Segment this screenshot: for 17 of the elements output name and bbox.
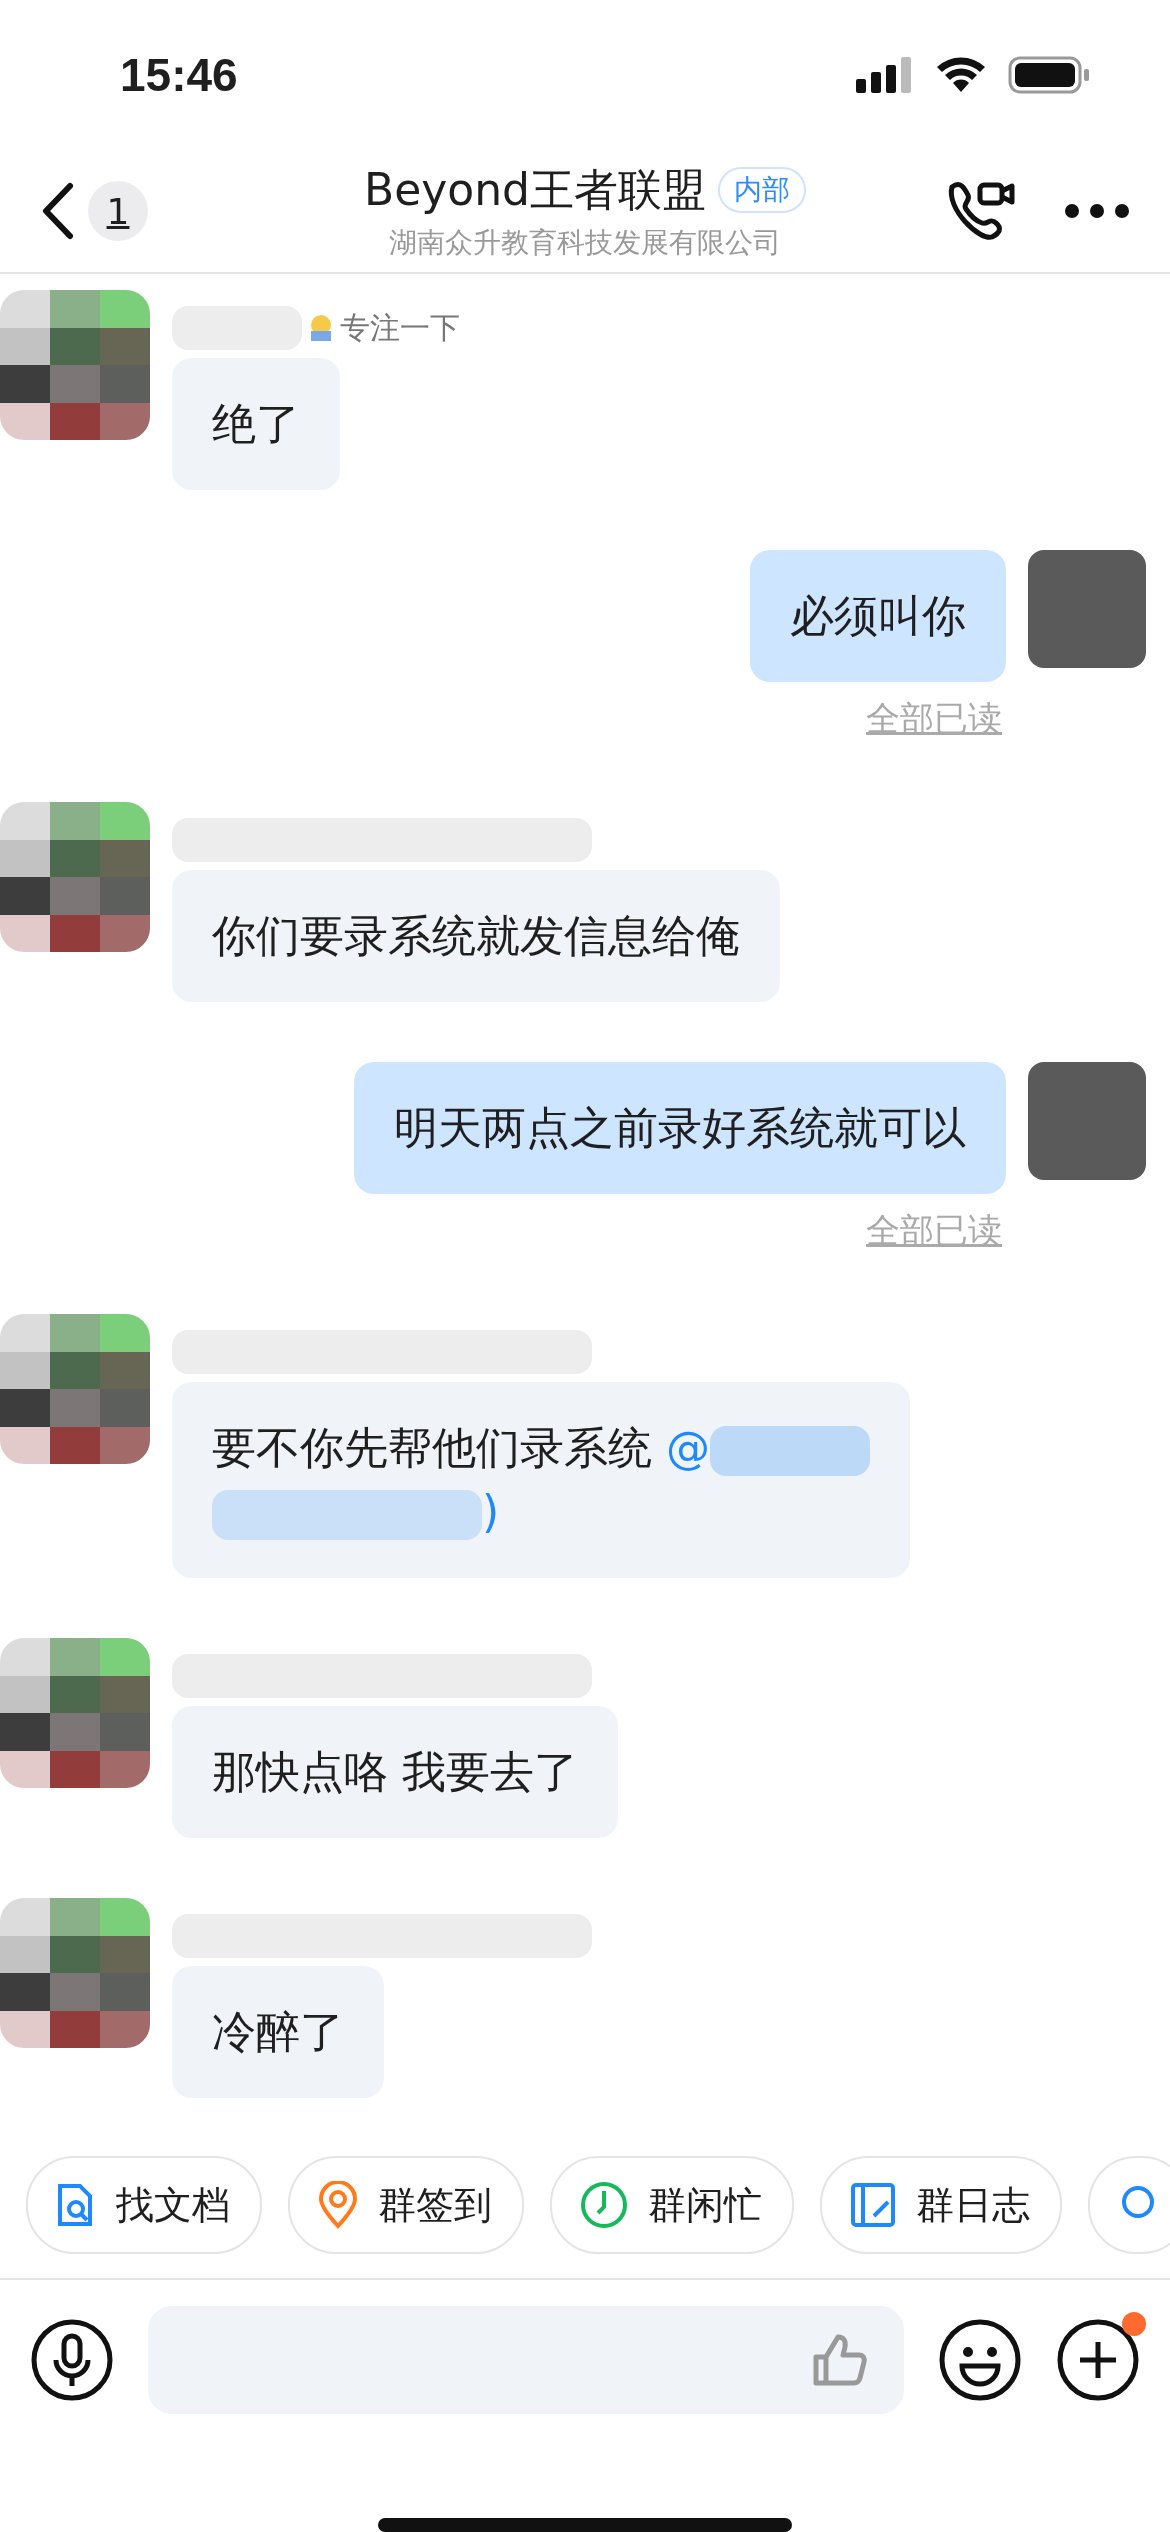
message-bubble: 你们要录系统就发信息给俺 [172,870,780,1002]
message-bubble: 那快点咯 我要去了 [172,1706,618,1838]
message-bubble: 要不你先帮他们录系统 @ ) [172,1382,910,1578]
message-bubble: 明天两点之前录好系统就可以 [354,1062,1006,1194]
status-time: 15:46 [120,48,238,102]
unread-count: 1 [88,181,148,241]
internal-tag: 内部 [718,167,806,213]
company-name: 湖南众升教育科技发展有限公司 [389,224,781,261]
quick-action-chip[interactable]: 群闲忙 [550,2156,794,2254]
chat-title: Beyond王者联盟 [364,162,706,217]
quick-action-chip[interactable]: 找文档 [26,2156,262,2254]
quick-action-chip[interactable]: 群签到 [288,2156,524,2254]
message-bubble: 绝了 [172,358,340,490]
user-status: 专注一下 [340,308,460,347]
message-bubble: 必须叫你 [750,550,1006,682]
quick-action-chip[interactable]: 群日志 [820,2156,1062,2254]
message-bubble: 冷醉了 [172,1966,384,2098]
